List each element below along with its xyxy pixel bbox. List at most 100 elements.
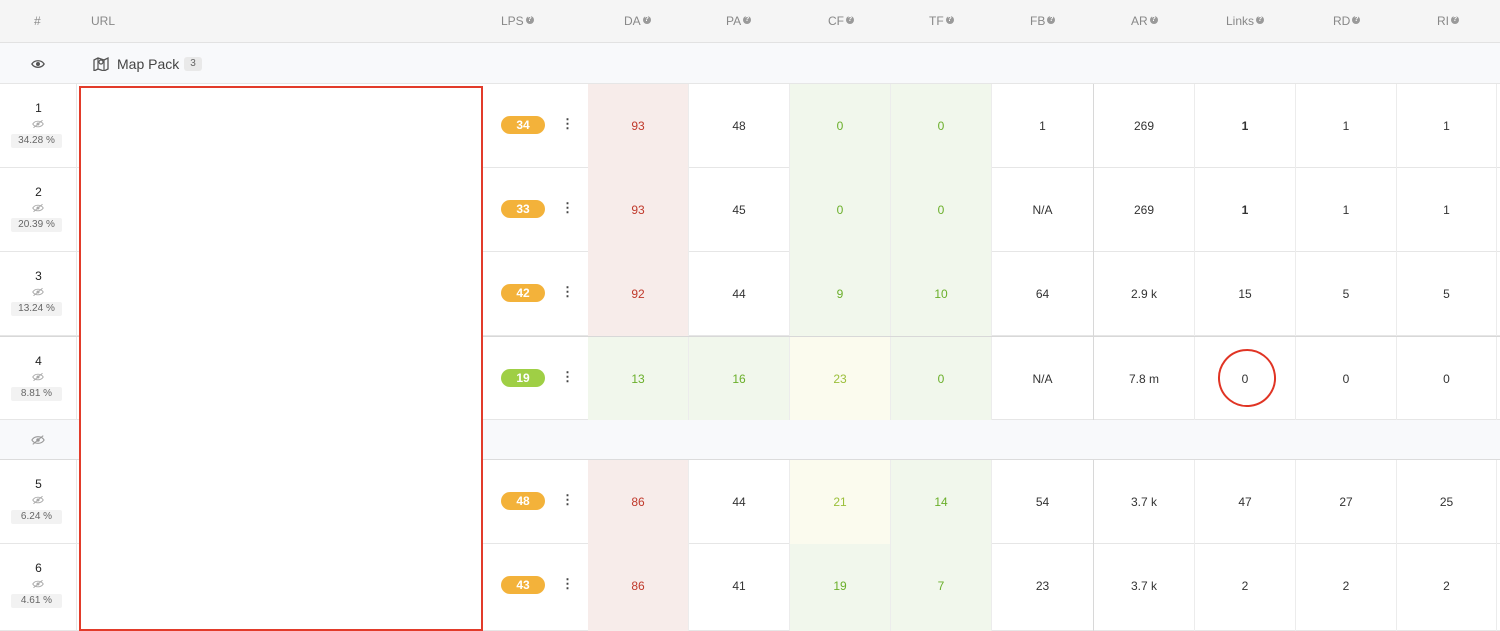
fb-cell: N/A (992, 168, 1094, 252)
ri-cell: 0 (1397, 337, 1497, 421)
pa-cell: 41 (689, 544, 790, 631)
visibility-percent: 4.61 % (11, 594, 62, 608)
eye-slash-icon[interactable] (32, 495, 44, 505)
cf-cell: 9 (790, 252, 891, 336)
help-icon[interactable]: ? (642, 16, 651, 24)
ar-cell: 269 (1094, 168, 1195, 252)
eye-slash-icon[interactable] (32, 203, 44, 213)
fb-cell: 64 (992, 252, 1094, 336)
eye-slash-icon[interactable] (32, 287, 44, 297)
rd-cell: 1 (1296, 84, 1397, 168)
lps-badge: 43 (501, 576, 545, 594)
tf-cell: 10 (891, 252, 992, 336)
pa-cell: 45 (689, 168, 790, 252)
rd-cell: 5 (1296, 252, 1397, 336)
ri-cell: 1 (1397, 168, 1497, 252)
header-da[interactable]: DA? (624, 0, 651, 43)
header-ar[interactable]: AR? (1131, 0, 1158, 43)
header-ri[interactable]: RI? (1437, 0, 1459, 43)
serp-table: # URL LPS? DA? PA? CF? TF? FB? AR? Links… (0, 0, 1500, 631)
fb-cell: 1 (992, 84, 1094, 168)
tf-cell: 14 (891, 460, 992, 544)
header-lps[interactable]: LPS? (501, 0, 534, 43)
links-cell[interactable]: 1 (1195, 168, 1296, 252)
map-pack-count-badge: 3 (184, 57, 202, 71)
rank-cell: 1 34.28 % (0, 84, 77, 168)
visibility-percent: 34.28 % (11, 134, 62, 148)
header-links[interactable]: Links? (1226, 0, 1265, 43)
ar-cell: 3.7 k (1094, 460, 1195, 544)
help-icon[interactable]: ? (1352, 16, 1361, 24)
header-cf[interactable]: CF? (828, 0, 854, 43)
links-cell[interactable]: 2 (1195, 544, 1296, 631)
rank-cell: 5 6.24 % (0, 460, 77, 544)
cf-cell: 19 (790, 544, 891, 631)
more-options-icon[interactable]: ⋮ (561, 493, 574, 508)
more-options-icon[interactable]: ⋮ (561, 117, 574, 132)
eye-slash-icon[interactable] (32, 372, 44, 382)
links-cell[interactable]: 47 (1195, 460, 1296, 544)
help-icon[interactable]: ? (743, 16, 752, 24)
help-icon[interactable]: ? (1149, 16, 1158, 24)
help-icon[interactable]: ? (525, 16, 534, 24)
more-options-icon[interactable]: ⋮ (561, 577, 574, 592)
visibility-percent: 20.39 % (11, 218, 62, 232)
help-icon[interactable]: ? (1047, 16, 1056, 24)
redaction-box (79, 86, 483, 631)
tf-cell: 0 (891, 168, 992, 252)
rd-cell: 0 (1296, 337, 1397, 421)
ar-cell: 3.7 k (1094, 544, 1195, 631)
header-pa[interactable]: PA? (726, 0, 752, 43)
lps-badge: 34 (501, 116, 545, 134)
help-icon[interactable]: ? (846, 16, 854, 24)
header-url[interactable]: URL (91, 0, 115, 43)
eye-slash-icon[interactable] (31, 433, 45, 447)
more-options-icon[interactable]: ⋮ (561, 285, 574, 300)
ri-cell: 1 (1397, 84, 1497, 168)
cf-cell: 21 (790, 460, 891, 544)
eye-slash-icon[interactable] (32, 579, 44, 589)
rank-number: 5 (35, 477, 42, 491)
rank-number: 6 (35, 561, 42, 575)
pa-cell: 48 (689, 84, 790, 168)
fb-cell: 23 (992, 544, 1094, 631)
header-tf[interactable]: TF? (929, 0, 954, 43)
lps-badge: 48 (501, 492, 545, 510)
rank-number: 1 (35, 101, 42, 115)
rank-cell: 2 20.39 % (0, 168, 77, 252)
links-cell[interactable]: 1 (1195, 84, 1296, 168)
rank-cell: 6 4.61 % (0, 544, 77, 631)
rd-cell: 1 (1296, 168, 1397, 252)
rank-number: 2 (35, 185, 42, 199)
more-options-icon[interactable]: ⋮ (561, 370, 574, 385)
rank-cell: 4 8.81 % (0, 337, 77, 421)
help-icon[interactable]: ? (945, 16, 954, 24)
ar-cell: 269 (1094, 84, 1195, 168)
map-pack-group: Map Pack 3 (0, 43, 1500, 84)
ri-cell: 5 (1397, 252, 1497, 336)
tf-cell: 7 (891, 544, 992, 631)
da-cell: 86 (588, 460, 689, 544)
eye-icon[interactable] (31, 57, 45, 71)
table-header: # URL LPS? DA? PA? CF? TF? FB? AR? Links… (0, 0, 1500, 43)
map-pack-label[interactable]: Map Pack (117, 56, 179, 72)
eye-slash-icon[interactable] (32, 119, 44, 129)
da-cell: 93 (588, 168, 689, 252)
da-cell: 86 (588, 544, 689, 631)
header-rd[interactable]: RD? (1333, 0, 1361, 43)
fb-cell: N/A (992, 337, 1094, 421)
links-cell[interactable]: 15 (1195, 252, 1296, 336)
help-icon[interactable]: ? (1451, 16, 1459, 24)
visibility-percent: 8.81 % (11, 387, 62, 401)
lps-badge: 33 (501, 200, 545, 218)
lps-badge: 42 (501, 284, 545, 302)
ri-cell: 2 (1397, 544, 1497, 631)
header-rank: # (34, 14, 41, 28)
help-icon[interactable]: ? (1256, 16, 1265, 24)
more-options-icon[interactable]: ⋮ (561, 201, 574, 216)
rd-cell: 27 (1296, 460, 1397, 544)
visibility-percent: 6.24 % (11, 510, 62, 524)
header-fb[interactable]: FB? (1030, 0, 1056, 43)
visibility-percent: 13.24 % (11, 302, 62, 316)
pa-cell: 16 (689, 337, 790, 421)
